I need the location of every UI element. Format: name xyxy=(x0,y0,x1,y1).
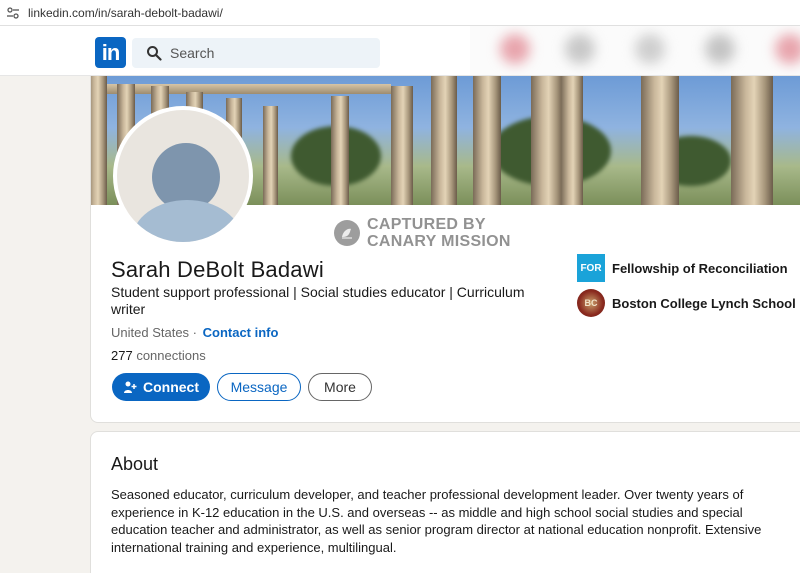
more-button[interactable]: More xyxy=(308,373,372,401)
url-text[interactable]: linkedin.com/in/sarah-debolt-badawi/ xyxy=(28,6,223,20)
site-settings-icon[interactable] xyxy=(6,6,20,20)
location-text: United States · xyxy=(111,325,197,340)
connect-button[interactable]: Connect xyxy=(112,373,210,401)
connections-label: connections xyxy=(136,348,206,363)
contact-info-link[interactable]: Contact info xyxy=(203,325,279,340)
add-person-icon xyxy=(123,380,137,394)
search-icon xyxy=(146,45,162,61)
search-bar[interactable] xyxy=(132,38,380,68)
connections-count[interactable]: 277 connections xyxy=(111,348,206,363)
profile-avatar[interactable] xyxy=(113,106,253,246)
org-name: Boston College Lynch School xyxy=(612,295,796,311)
nav-icons-blurred xyxy=(470,26,800,75)
watermark-line-2: CANARY MISSION xyxy=(367,233,511,250)
message-button[interactable]: Message xyxy=(217,373,301,401)
search-input[interactable] xyxy=(170,45,370,61)
linkedin-header: in xyxy=(0,26,800,76)
browser-address-bar[interactable]: linkedin.com/in/sarah-debolt-badawi/ xyxy=(0,0,800,26)
linkedin-logo[interactable]: in xyxy=(95,37,126,68)
org-item-fellowship[interactable]: FOR Fellowship of Reconciliation xyxy=(577,254,796,282)
about-title: About xyxy=(111,454,159,474)
org-item-boston-college[interactable]: BC Boston College Lynch School xyxy=(577,289,796,317)
org-name: Fellowship of Reconciliation xyxy=(612,260,788,276)
about-section: About Seasoned educator, curriculum deve… xyxy=(90,431,800,573)
about-text: Seasoned educator, curriculum developer,… xyxy=(111,487,762,555)
watermark-line-1: CAPTURED BY xyxy=(367,216,486,233)
connect-label: Connect xyxy=(143,379,199,395)
profile-name: Sarah DeBolt Badawi xyxy=(111,257,324,282)
profile-organizations: FOR Fellowship of Reconciliation BC Bost… xyxy=(577,254,796,324)
boston-college-logo: BC xyxy=(577,289,605,317)
canary-mission-watermark: CAPTURED BY CANARY MISSION xyxy=(334,216,511,250)
avatar-body-placeholder xyxy=(132,200,242,242)
profile-headline: Student support professional | Social st… xyxy=(111,284,525,317)
profile-location: United States · Contact info xyxy=(111,325,278,340)
profile-card: CAPTURED BY CANARY MISSION Sarah DeBolt … xyxy=(90,76,800,423)
connections-number: 277 xyxy=(111,348,133,363)
fellowship-logo: FOR xyxy=(577,254,605,282)
bird-icon xyxy=(334,220,360,246)
